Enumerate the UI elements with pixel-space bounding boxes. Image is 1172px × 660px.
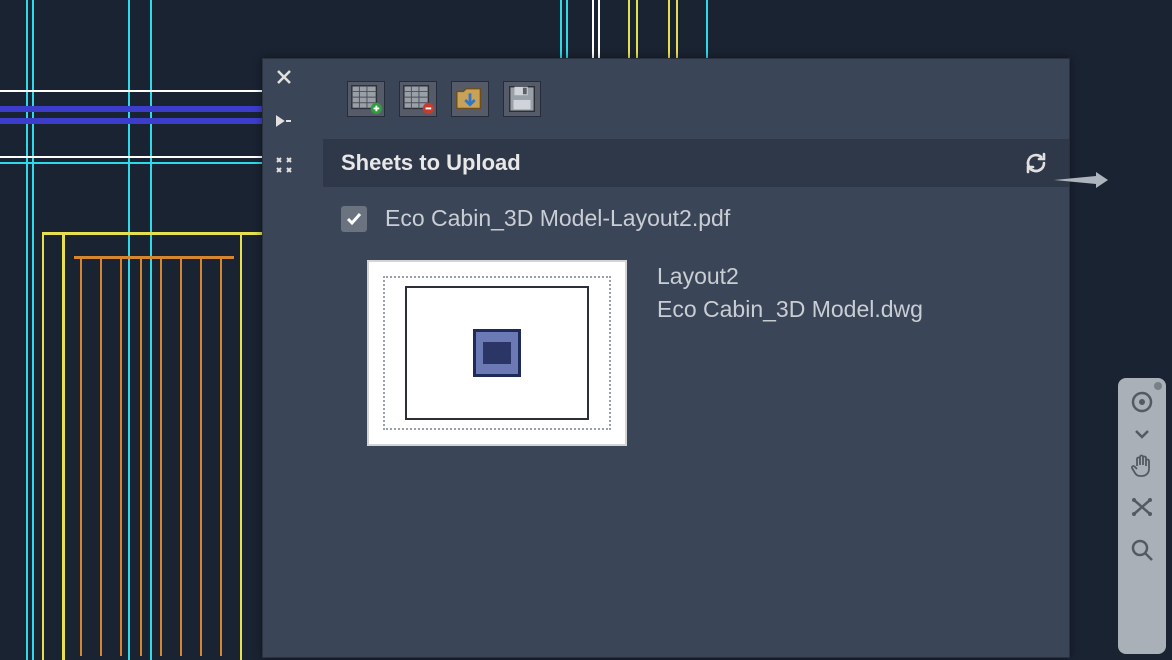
section-title: Sheets to Upload <box>341 150 521 176</box>
sheet-detail: Layout2 Eco Cabin_3D Model.dwg <box>367 260 1051 446</box>
sheet-item[interactable]: Eco Cabin_3D Model-Layout2.pdf <box>341 205 1051 232</box>
close-icon[interactable] <box>271 64 297 90</box>
sheet-list: Eco Cabin_3D Model-Layout2.pdf Layout2 E… <box>323 187 1069 446</box>
zoom-extents-icon[interactable] <box>1126 386 1158 418</box>
sheet-meta: Layout2 Eco Cabin_3D Model.dwg <box>657 260 923 327</box>
save-button[interactable] <box>503 81 541 117</box>
refresh-button[interactable] <box>1021 148 1051 178</box>
sheet-checkbox[interactable] <box>341 206 367 232</box>
add-sheet-button[interactable] <box>347 81 385 117</box>
sheets-upload-panel: Sheets to Upload Eco Cabin_3D Model-Layo… <box>262 58 1070 658</box>
remove-sheet-button[interactable] <box>399 81 437 117</box>
source-file: Eco Cabin_3D Model.dwg <box>657 293 923 326</box>
section-header: Sheets to Upload <box>323 139 1069 187</box>
zoom-icon[interactable] <box>1126 534 1158 566</box>
orbit-icon[interactable] <box>1126 492 1158 524</box>
sheet-thumbnail[interactable] <box>367 260 627 446</box>
pin-icon[interactable] <box>271 108 297 134</box>
toolbar-close-icon[interactable] <box>1154 382 1162 390</box>
sheet-filename: Eco Cabin_3D Model-Layout2.pdf <box>385 205 730 232</box>
import-button[interactable] <box>451 81 489 117</box>
layout-icon <box>473 329 521 377</box>
navigation-toolbar[interactable] <box>1118 378 1166 654</box>
chevron-down-icon[interactable] <box>1126 428 1158 440</box>
panel-toolbar <box>323 59 1069 139</box>
pan-hand-icon[interactable] <box>1126 450 1158 482</box>
collapse-icon[interactable] <box>271 152 297 178</box>
layout-name: Layout2 <box>657 260 923 293</box>
cursor-arrow-icon <box>1052 170 1110 190</box>
